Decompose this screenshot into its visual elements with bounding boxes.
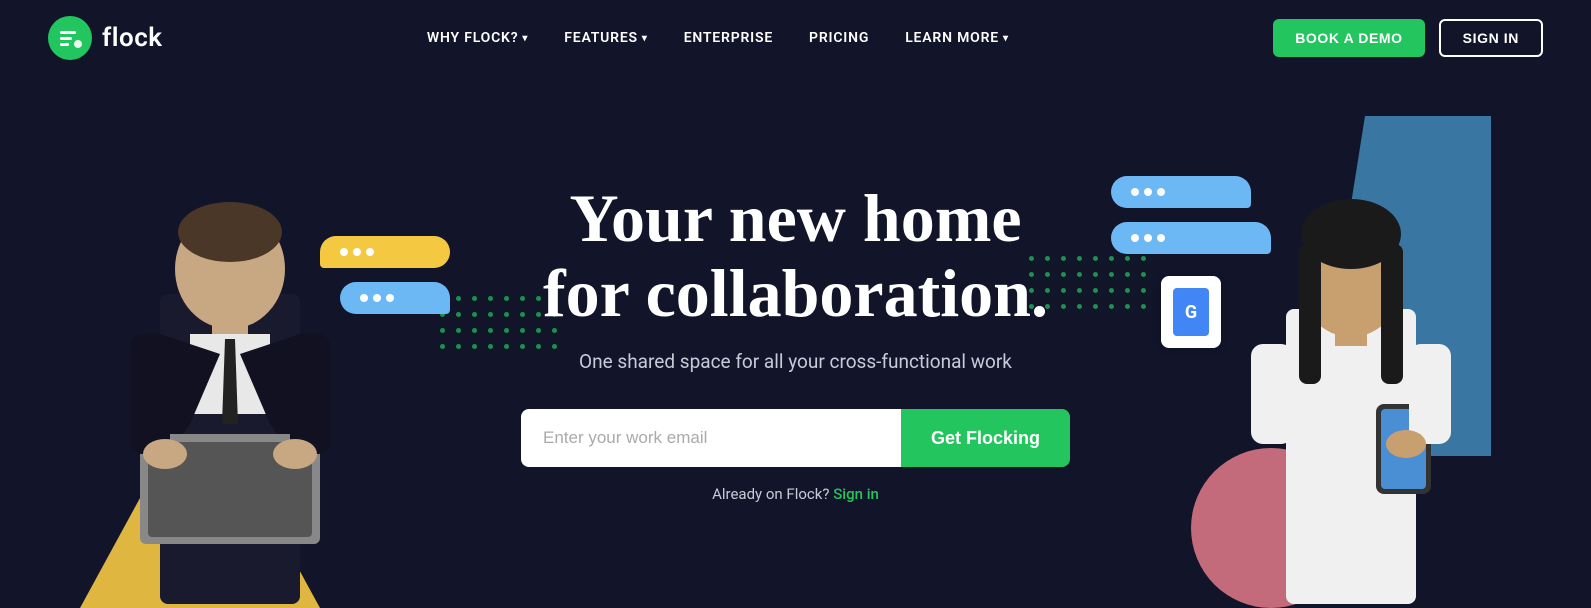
nav-item-pricing[interactable]: PRICING (809, 30, 869, 46)
email-input[interactable] (521, 409, 901, 467)
nav-link-features[interactable]: FEATURES ▾ (564, 30, 647, 46)
hero-title: Your new home for collaboration. (521, 181, 1070, 331)
nav-item-enterprise[interactable]: ENTERPRISE (684, 30, 773, 46)
nav-link-learn-more[interactable]: LEARN MORE ▾ (905, 30, 1009, 46)
get-flocking-button[interactable]: Get Flocking (901, 409, 1070, 467)
person-right (1221, 124, 1481, 608)
bubble-dot (1144, 234, 1152, 242)
chevron-down-icon: ▾ (1003, 33, 1009, 44)
bubble-dot (1144, 188, 1152, 196)
bubble-dot (1131, 188, 1139, 196)
bubble-dot (1131, 234, 1139, 242)
logo[interactable]: flock (48, 16, 163, 60)
nav-item-learn-more[interactable]: LEARN MORE ▾ (905, 30, 1009, 46)
already-on-flock-text: Already on Flock? Sign in (521, 485, 1070, 503)
logo-icon (48, 16, 92, 60)
nav-link-why-flock[interactable]: WHY FLOCK? ▾ (427, 30, 528, 46)
man-with-laptop-illustration (90, 114, 370, 604)
email-signup-form: Get Flocking (521, 409, 1070, 467)
sign-in-link[interactable]: Sign in (833, 485, 879, 503)
sign-in-button[interactable]: SIGN IN (1439, 19, 1543, 57)
nav-links: WHY FLOCK? ▾ FEATURES ▾ ENTERPRISE PRICI… (427, 30, 1009, 46)
bubble-dot (1157, 188, 1165, 196)
nav-item-why-flock[interactable]: WHY FLOCK? ▾ (427, 30, 528, 46)
nav-actions: BOOK A DEMO SIGN IN (1273, 19, 1543, 57)
nav-link-pricing[interactable]: PRICING (809, 30, 869, 46)
hero-content: Your new home for collaboration. One sha… (521, 181, 1070, 504)
hero-section: G (0, 76, 1591, 608)
nav-link-enterprise[interactable]: ENTERPRISE (684, 30, 773, 46)
document-icon: G (1173, 288, 1209, 336)
hero-subtitle: One shared space for all your cross-func… (521, 350, 1070, 373)
bubble-dot (373, 294, 381, 302)
book-demo-button[interactable]: BOOK A DEMO (1273, 19, 1424, 57)
chevron-down-icon: ▾ (642, 33, 648, 44)
bubble-dot (1157, 234, 1165, 242)
document-bubble: G (1161, 276, 1221, 348)
bubble-dot (386, 294, 394, 302)
logo-text: flock (102, 23, 163, 53)
woman-with-phone-illustration (1221, 124, 1481, 604)
logo-svg (57, 25, 83, 51)
chevron-down-icon: ▾ (522, 33, 528, 44)
nav-item-features[interactable]: FEATURES ▾ (564, 30, 647, 46)
person-left (90, 114, 370, 608)
navigation: flock WHY FLOCK? ▾ FEATURES ▾ ENTERPRISE… (0, 0, 1591, 76)
